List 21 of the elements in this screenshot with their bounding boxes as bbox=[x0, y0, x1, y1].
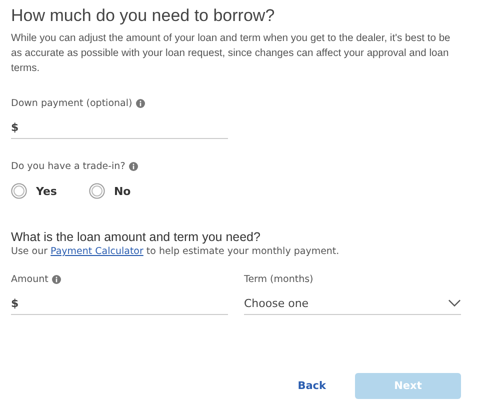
field-label: Term (months) bbox=[244, 274, 314, 284]
radio-label[interactable]: Yes bbox=[36, 184, 57, 198]
hint-text: Use our Payment Calculator to help estimate your monthly payment. bbox=[11, 245, 340, 258]
field-label: Amount bbox=[11, 274, 48, 284]
payment-calculator-link[interactable]: Payment Calculator bbox=[50, 246, 144, 257]
radio-button[interactable] bbox=[11, 183, 27, 199]
info-icon[interactable] bbox=[136, 98, 146, 108]
radio-button[interactable] bbox=[88, 183, 105, 199]
info-icon[interactable] bbox=[52, 274, 62, 284]
field-label: Down payment (optional) bbox=[11, 98, 132, 108]
field-label: Do you have a trade-in? bbox=[11, 160, 126, 172]
intro-text: While you can adjust the amount of your loan and term when you get to the dealer, it's best to be as accurate as possible with your loan request, since changes can affect your approval and loan terms. bbox=[11, 32, 452, 76]
term-dropdown[interactable]: Choose one bbox=[244, 292, 461, 315]
amount-field[interactable]: $ bbox=[11, 292, 228, 315]
radio-label[interactable]: No bbox=[114, 184, 131, 198]
page-title: How much do you need to borrow? bbox=[11, 5, 276, 27]
chevron-down-icon bbox=[448, 299, 461, 307]
back-button[interactable]: Back bbox=[294, 376, 330, 396]
down-payment-field[interactable]: $ bbox=[11, 116, 228, 139]
section-heading: What is the loan amount and term you need? bbox=[11, 229, 262, 245]
info-icon[interactable] bbox=[129, 162, 138, 170]
